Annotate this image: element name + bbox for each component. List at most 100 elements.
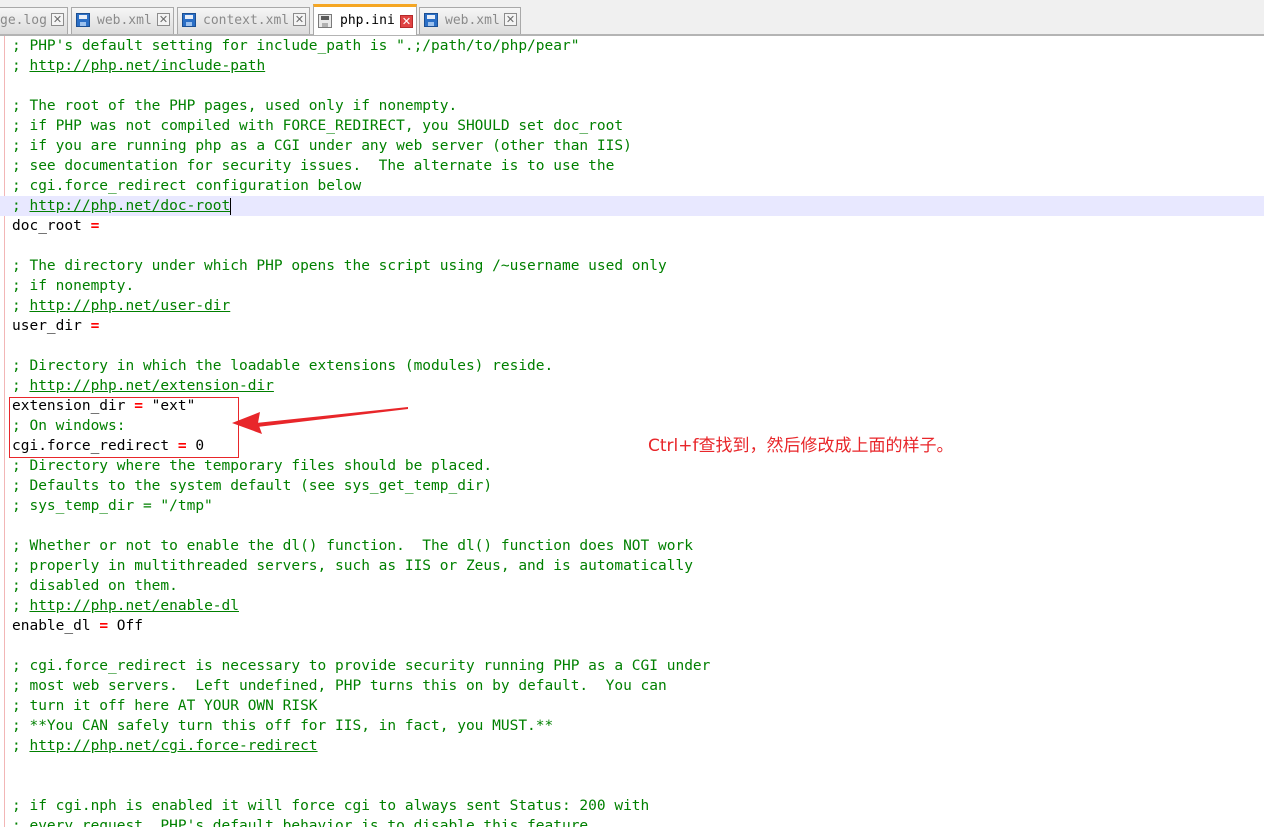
code-line[interactable]: ; http://php.net/enable-dl bbox=[12, 596, 1264, 616]
code-line[interactable]: user_dir = bbox=[12, 316, 1264, 336]
setting-operator: = bbox=[99, 618, 109, 634]
tab-label: context.xml bbox=[203, 13, 290, 28]
fold-margin bbox=[4, 36, 5, 827]
comment-text: ; Directory where the temporary files sh… bbox=[12, 458, 493, 474]
code-line[interactable]: ; cgi.force_redirect configuration below bbox=[12, 176, 1264, 196]
code-line[interactable]: ; **You CAN safely turn this off for IIS… bbox=[12, 716, 1264, 736]
code-line[interactable] bbox=[12, 336, 1264, 356]
code-line[interactable]: doc_root = bbox=[12, 216, 1264, 236]
comment-prefix: ; bbox=[12, 298, 30, 314]
code-line[interactable]: ; Defaults to the system default (see sy… bbox=[12, 476, 1264, 496]
close-icon[interactable]: ✕ bbox=[51, 13, 64, 26]
code-line[interactable] bbox=[12, 236, 1264, 256]
code-line[interactable]: ; turn it off here AT YOUR OWN RISK bbox=[12, 696, 1264, 716]
close-icon[interactable]: ✕ bbox=[504, 13, 517, 26]
code-line[interactable]: ; http://php.net/cgi.force-redirect bbox=[12, 736, 1264, 756]
comment-link[interactable]: http://php.net/user-dir bbox=[29, 298, 230, 314]
comment-text: ; http://php.net/include-path bbox=[12, 58, 265, 74]
comment-text: ; http://php.net/user-dir bbox=[12, 298, 230, 314]
setting-key: user_dir bbox=[12, 318, 91, 334]
code-line[interactable]: ; most web servers. Left undefined, PHP … bbox=[12, 676, 1264, 696]
comment-text: ; http://php.net/doc-root bbox=[12, 198, 230, 214]
code-line[interactable]: ; cgi.force_redirect is necessary to pro… bbox=[12, 656, 1264, 676]
code-line[interactable]: ; The root of the PHP pages, used only i… bbox=[12, 96, 1264, 116]
comment-link[interactable]: http://php.net/extension-dir bbox=[29, 378, 273, 394]
text-caret bbox=[230, 197, 232, 215]
close-icon[interactable]: ✕ bbox=[293, 13, 306, 26]
save-file-icon bbox=[76, 13, 90, 27]
setting-value: Off bbox=[108, 618, 143, 634]
code-line[interactable]: ; if cgi.nph is enabled it will force cg… bbox=[12, 796, 1264, 816]
comment-text: ; turn it off here AT YOUR OWN RISK bbox=[12, 698, 318, 714]
annotation-highlight-box bbox=[9, 397, 239, 458]
comment-text: ; if cgi.nph is enabled it will force cg… bbox=[12, 798, 650, 814]
code-line[interactable]: ; if you are running php as a CGI under … bbox=[12, 136, 1264, 156]
code-line[interactable]: ; Directory in which the loadable extens… bbox=[12, 356, 1264, 376]
code-line[interactable] bbox=[12, 76, 1264, 96]
tab-web-xml[interactable]: web.xml ✕ bbox=[71, 7, 174, 34]
code-line[interactable]: ; if PHP was not compiled with FORCE_RED… bbox=[12, 116, 1264, 136]
setting-operator: = bbox=[90, 218, 100, 234]
comment-prefix: ; bbox=[12, 198, 30, 214]
code-line[interactable]: ; Whether or not to enable the dl() func… bbox=[12, 536, 1264, 556]
comment-text: ; cgi.force_redirect is necessary to pro… bbox=[12, 658, 711, 674]
comment-text: ; if you are running php as a CGI under … bbox=[12, 138, 632, 154]
code-line[interactable]: enable_dl = Off bbox=[12, 616, 1264, 636]
code-line[interactable] bbox=[12, 776, 1264, 796]
code-line[interactable]: ; http://php.net/doc-root bbox=[0, 196, 1264, 216]
code-line[interactable] bbox=[12, 516, 1264, 536]
tab-web-xml-2[interactable]: web.xml ✕ bbox=[419, 7, 521, 34]
comment-link[interactable]: http://php.net/include-path bbox=[29, 58, 265, 74]
close-icon[interactable]: ✕ bbox=[157, 13, 170, 26]
comment-text: ; see documentation for security issues.… bbox=[12, 158, 615, 174]
comment-text: ; disabled on them. bbox=[12, 578, 178, 594]
tab-label: web.xml bbox=[445, 13, 500, 28]
code-line[interactable]: ; Directory where the temporary files sh… bbox=[12, 456, 1264, 476]
code-line[interactable]: ; http://php.net/extension-dir bbox=[12, 376, 1264, 396]
comment-link[interactable]: http://php.net/doc-root bbox=[29, 198, 230, 214]
tab-context-xml[interactable]: context.xml ✕ bbox=[177, 7, 310, 34]
code-line[interactable]: ; The directory under which PHP opens th… bbox=[12, 256, 1264, 276]
comment-text: ; The directory under which PHP opens th… bbox=[12, 258, 667, 274]
code-line[interactable]: ; see documentation for security issues.… bbox=[12, 156, 1264, 176]
annotation-arrow-icon bbox=[232, 407, 408, 434]
tab-php-ini[interactable]: php.ini ✕ bbox=[313, 4, 417, 35]
comment-text: ; cgi.force_redirect configuration below bbox=[12, 178, 362, 194]
setting-key: enable_dl bbox=[12, 618, 100, 634]
code-line[interactable]: ; http://php.net/user-dir bbox=[12, 296, 1264, 316]
code-line[interactable] bbox=[12, 636, 1264, 656]
comment-text: ; if PHP was not compiled with FORCE_RED… bbox=[12, 118, 624, 134]
tab-label: ge.log bbox=[0, 13, 47, 28]
code-line[interactable]: ; sys_temp_dir = "/tmp" bbox=[12, 496, 1264, 516]
comment-text: ; if nonempty. bbox=[12, 278, 135, 294]
tab-label: php.ini bbox=[340, 13, 395, 28]
code-line[interactable] bbox=[12, 756, 1264, 776]
comment-prefix: ; bbox=[12, 598, 30, 614]
code-line[interactable]: ; properly in multithreaded servers, suc… bbox=[12, 556, 1264, 576]
comment-text: ; Defaults to the system default (see sy… bbox=[12, 478, 493, 494]
code-line[interactable]: ; if nonempty. bbox=[12, 276, 1264, 296]
comment-text: ; PHP's default setting for include_path… bbox=[12, 38, 580, 54]
code-line[interactable]: ; http://php.net/include-path bbox=[12, 56, 1264, 76]
tab-label: web.xml bbox=[97, 13, 152, 28]
comment-link[interactable]: http://php.net/enable-dl bbox=[29, 598, 239, 614]
code-line[interactable]: ; disabled on them. bbox=[12, 576, 1264, 596]
comment-text: ; http://php.net/extension-dir bbox=[12, 378, 274, 394]
comment-text: ; most web servers. Left undefined, PHP … bbox=[12, 678, 667, 694]
setting-operator: = bbox=[90, 318, 100, 334]
comment-prefix: ; bbox=[12, 58, 30, 74]
code-line[interactable]: ; every request. PHP's default behavior … bbox=[12, 816, 1264, 827]
comment-text: ; Whether or not to enable the dl() func… bbox=[12, 538, 693, 554]
comment-link[interactable]: http://php.net/cgi.force-redirect bbox=[29, 738, 317, 754]
comment-prefix: ; bbox=[12, 738, 30, 754]
comment-text: ; sys_temp_dir = "/tmp" bbox=[12, 498, 213, 514]
save-file-icon bbox=[182, 13, 196, 27]
code-line[interactable]: ; PHP's default setting for include_path… bbox=[12, 36, 1264, 56]
comment-text: ; properly in multithreaded servers, suc… bbox=[12, 558, 693, 574]
save-file-icon bbox=[318, 14, 332, 28]
close-icon[interactable]: ✕ bbox=[400, 15, 413, 28]
tab-bar: ge.log ✕ web.xml ✕ context.xml ✕ php.ini… bbox=[0, 0, 1264, 36]
comment-text: ; every request. PHP's default behavior … bbox=[12, 818, 597, 827]
tab-ge-log[interactable]: ge.log ✕ bbox=[0, 7, 68, 34]
comment-prefix: ; bbox=[12, 378, 30, 394]
